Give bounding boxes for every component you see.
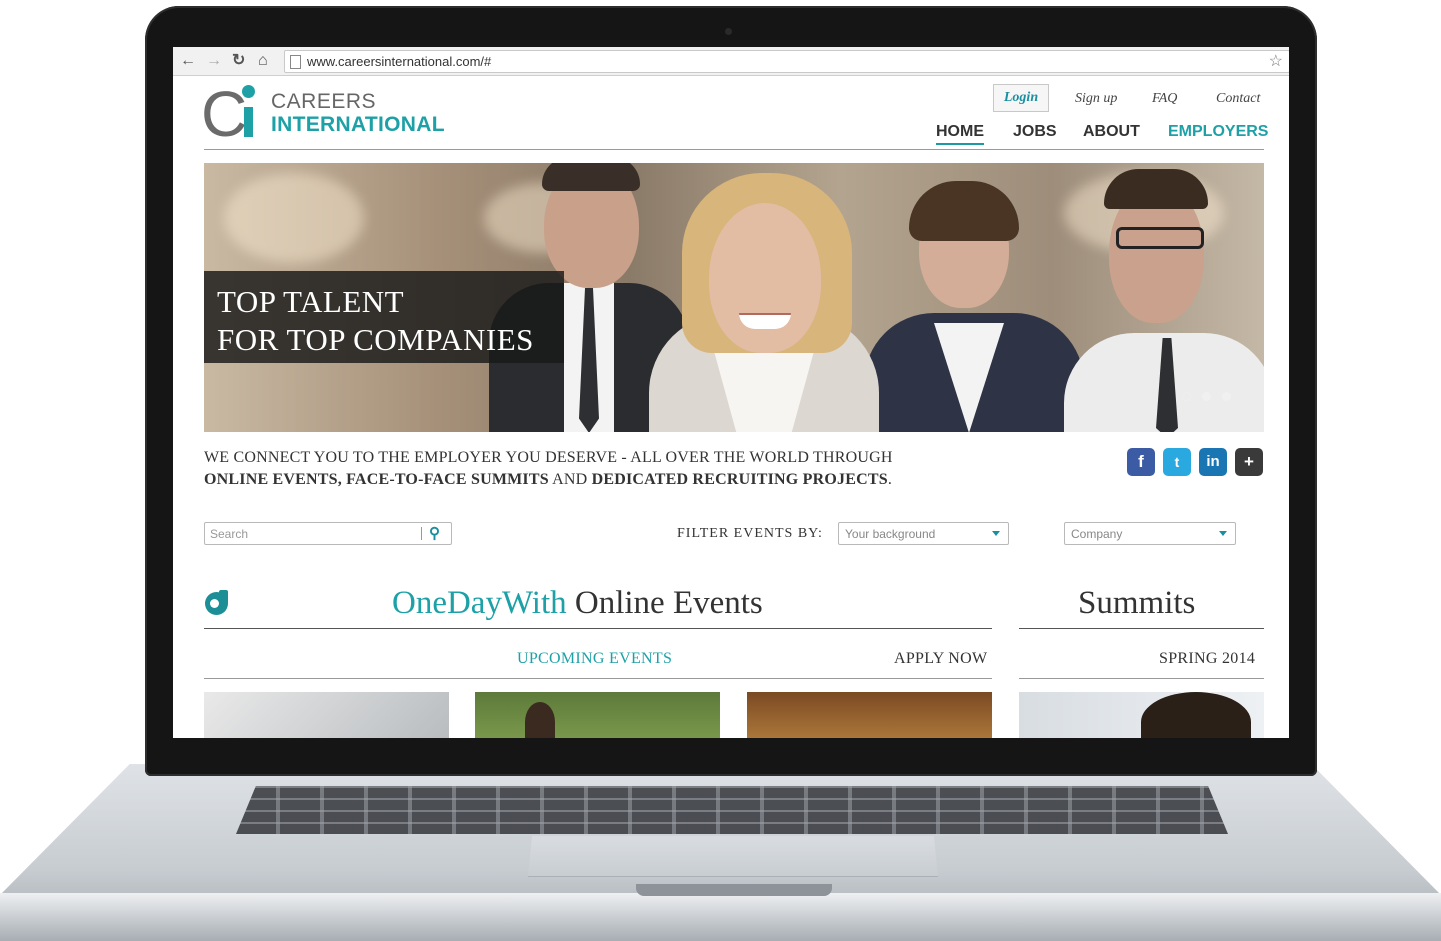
logo-letter-c: C	[201, 78, 247, 150]
tagline-period: .	[887, 471, 893, 488]
nav-employers[interactable]: EMPLOYERS	[1168, 123, 1268, 141]
onedaywith-logo-icon	[205, 590, 228, 615]
tagline-and: AND	[548, 471, 592, 488]
facebook-icon[interactable]: f	[1127, 448, 1155, 476]
tagline-line-2: ONLINE EVENTS, FACE-TO-FACE SUMMITS AND …	[204, 471, 892, 489]
slider-dot-2[interactable]	[1202, 392, 1211, 401]
laptop-base-edge	[0, 893, 1441, 941]
tagline-bold-1: ONLINE EVENTS, FACE-TO-FACE SUMMITS	[204, 471, 549, 488]
header-divider	[204, 149, 1264, 150]
search-icon[interactable]: ⚲	[429, 524, 440, 542]
bookmark-star-icon[interactable]: ☆	[1269, 51, 1283, 72]
event-thumbnail-1[interactable]	[204, 692, 449, 738]
search-placeholder: Search	[210, 527, 249, 541]
chevron-down-icon	[992, 531, 1000, 536]
summits-title: Summits	[1078, 585, 1196, 621]
tagline-bold-2: DEDICATED RECRUITING PROJECTS	[591, 471, 888, 488]
slider-dot-1[interactable]	[1182, 392, 1191, 401]
background-select[interactable]: Your background	[838, 522, 1009, 545]
events-title: OneDayWith Online Events	[392, 585, 763, 622]
summits-title-divider	[1019, 628, 1264, 629]
login-button[interactable]: Login	[993, 84, 1049, 112]
camera-icon	[725, 28, 732, 35]
hero-title-line-1: TOP TALENT	[217, 284, 405, 319]
home-icon[interactable]: ⌂	[258, 51, 268, 71]
laptop-touchpad	[528, 836, 938, 877]
summit-thumbnail[interactable]	[1019, 692, 1264, 738]
search-divider	[421, 527, 422, 540]
browser-window: ← → ↻ ⌂ www.careersinternational.com/# ☆…	[173, 47, 1289, 738]
nav-home[interactable]: HOME	[936, 123, 984, 145]
company-select[interactable]: Company	[1064, 522, 1236, 545]
faq-link[interactable]: FAQ	[1152, 91, 1177, 107]
events-sub-divider	[204, 678, 992, 679]
logo-line-careers: CAREERS	[271, 90, 377, 113]
event-thumbnail-2[interactable]	[475, 692, 720, 738]
event-thumbnail-3[interactable]	[747, 692, 992, 738]
twitter-icon[interactable]: t	[1163, 448, 1191, 476]
background-select-value: Your background	[845, 527, 936, 541]
hero-slider: TOP TALENT FOR TOP COMPANIES	[204, 163, 1264, 432]
signup-link[interactable]: Sign up	[1075, 91, 1117, 107]
search-input[interactable]: Search ⚲	[204, 522, 452, 545]
forward-arrow-icon[interactable]: →	[206, 51, 222, 71]
address-bar-url: www.careersinternational.com/#	[307, 54, 492, 69]
tagline-line-1: WE CONNECT YOU TO THE EMPLOYER YOU DESER…	[204, 449, 893, 466]
hero-title-line-2: FOR TOP COMPANIES	[217, 322, 534, 357]
contact-link[interactable]: Contact	[1216, 91, 1260, 107]
logo-dot	[242, 85, 255, 98]
nav-about[interactable]: ABOUT	[1083, 123, 1140, 141]
page-icon	[290, 55, 301, 69]
summits-season: SPRING 2014	[1159, 650, 1256, 667]
nav-jobs[interactable]: JOBS	[1013, 123, 1057, 141]
google-plus-icon[interactable]: +	[1235, 448, 1263, 476]
chevron-down-icon	[1219, 531, 1227, 536]
upcoming-events-link[interactable]: UPCOMING EVENTS	[517, 650, 672, 668]
summits-sub-divider	[1019, 678, 1264, 679]
company-select-value: Company	[1071, 527, 1123, 541]
laptop-notch	[636, 884, 832, 896]
back-arrow-icon[interactable]: ←	[180, 51, 196, 71]
browser-toolbar: ← → ↻ ⌂ www.careersinternational.com/# ☆	[173, 47, 1289, 76]
events-title-brand: OneDayWith	[392, 585, 567, 621]
linkedin-icon[interactable]: in	[1199, 448, 1227, 476]
events-title-divider	[204, 628, 992, 629]
events-title-rest: Online Events	[566, 585, 763, 621]
hero-caption: TOP TALENT FOR TOP COMPANIES	[204, 271, 564, 363]
reload-icon[interactable]: ↻	[232, 51, 245, 71]
laptop-keyboard	[236, 786, 1228, 834]
filter-label: FILTER EVENTS BY:	[677, 526, 823, 541]
logo-line-international: INTERNATIONAL	[271, 113, 445, 136]
address-bar[interactable]: www.careersinternational.com/# ☆	[284, 50, 1289, 73]
hero-bokeh	[224, 173, 364, 263]
slider-dot-3[interactable]	[1222, 392, 1231, 401]
logo-letter-i	[244, 107, 253, 137]
apply-now-link[interactable]: APPLY NOW	[894, 650, 987, 668]
